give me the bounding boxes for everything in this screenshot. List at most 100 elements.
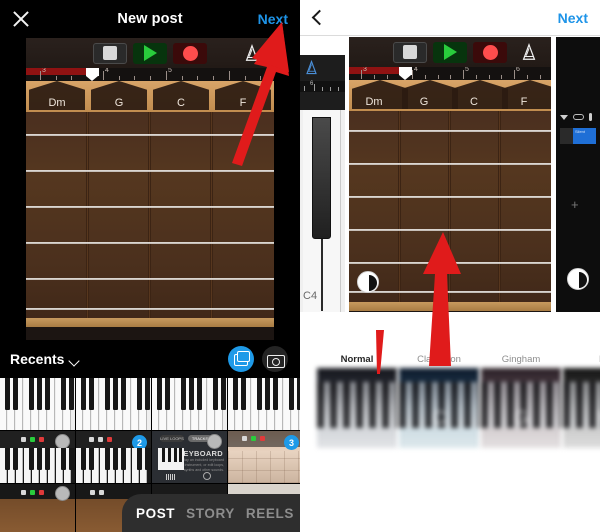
plus-icon[interactable]: +: [571, 197, 579, 212]
selection-badge[interactable]: 3: [284, 435, 299, 450]
camera-icon[interactable]: [262, 346, 288, 372]
mode-tab-story[interactable]: STORY: [186, 506, 235, 521]
piano-black-key[interactable]: [312, 117, 331, 239]
mode-tab-post[interactable]: POST: [136, 506, 175, 521]
preview-carousel[interactable]: 6 C4 3 4 5 6 Dm G C F Silent +: [300, 37, 600, 312]
grid-item[interactable]: LIVE LOOPS TRACKS KEYBOARD Play an inclu…: [152, 431, 227, 483]
grid-item[interactable]: [152, 378, 227, 430]
grid-item[interactable]: 2: [76, 431, 151, 483]
timeline-ruler[interactable]: 3 4 5 6: [349, 67, 551, 80]
chord-cell[interactable]: F: [212, 81, 274, 113]
note-pad-icon[interactable]: [567, 268, 589, 290]
chord-cell[interactable]: C: [150, 81, 212, 113]
playhead-marker[interactable]: [399, 67, 412, 80]
track-name: Silent: [575, 129, 586, 134]
chord-cell[interactable]: C: [449, 80, 499, 112]
loop-icon[interactable]: [573, 114, 584, 120]
filter-item-clarendon[interactable]: Clarendon C: [399, 352, 479, 448]
chord-label: Dm: [365, 96, 383, 108]
timeline-ruler[interactable]: 3 4 5: [26, 68, 274, 81]
chevron-down-icon[interactable]: [560, 114, 568, 120]
grid-item[interactable]: 3: [228, 431, 300, 483]
chord-cell[interactable]: G: [399, 80, 449, 112]
record-icon[interactable]: [473, 41, 507, 63]
metronome-icon[interactable]: [243, 44, 261, 62]
ruler-mark: 4: [414, 67, 418, 73]
screenshot-root: New post Next 3 4 5 Dm G C F Recents 2 L…: [0, 0, 600, 532]
stop-icon[interactable]: [393, 41, 427, 63]
filter-thumbnail[interactable]: N: [563, 368, 600, 448]
microphone-icon[interactable]: [589, 113, 592, 121]
metronome-icon: [304, 59, 319, 75]
ruler-mark: 6: [516, 67, 520, 73]
note-pad-icon[interactable]: [357, 271, 379, 293]
chord-label: G: [114, 97, 124, 109]
key-label: C4: [303, 290, 318, 302]
stop-icon[interactable]: [93, 42, 127, 64]
chord-cell[interactable]: Dm: [349, 80, 399, 112]
ruler-mark: 5: [465, 67, 469, 73]
page-title: New post: [117, 11, 183, 27]
chord-strip: Dm G C F: [26, 81, 274, 113]
keyboard-label: KEYBOARD: [177, 449, 223, 458]
recents-bar: Recents: [0, 340, 300, 378]
recents-dropdown[interactable]: Recents: [10, 340, 64, 378]
filter-thumbnail[interactable]: [317, 368, 397, 448]
filter-chord-label: C: [432, 408, 446, 429]
grid-item[interactable]: [0, 431, 75, 483]
chevron-left-icon[interactable]: [311, 9, 328, 26]
preview-card-previous[interactable]: 6 C4: [300, 55, 345, 312]
filter-label[interactable]: Gingham: [481, 352, 561, 368]
chord-label: C: [177, 97, 185, 109]
chord-label: F: [520, 96, 528, 108]
chord-label: G: [419, 96, 429, 108]
capture-mode-tabs: POST STORY REELS LIVE: [122, 494, 300, 532]
left-topbar: New post Next: [0, 0, 300, 38]
filter-item-moon[interactable]: M N: [563, 352, 600, 448]
filter-label[interactable]: Clarendon: [399, 352, 479, 368]
track-row[interactable]: Silent: [560, 128, 596, 144]
record-icon[interactable]: [173, 42, 207, 64]
chord-cell[interactable]: F: [499, 80, 549, 112]
media-preview[interactable]: 3 4 5 Dm G C F: [0, 38, 300, 340]
grid-item[interactable]: [228, 378, 300, 430]
guitar-fretboard[interactable]: [349, 111, 551, 311]
live-loops-pill: LIVE LOOPS: [160, 435, 184, 442]
filter-carousel[interactable]: Normal Clarendon C Gingham G: [300, 352, 600, 448]
filter-chord-label: N: [563, 408, 600, 430]
guitar-fretboard[interactable]: [26, 112, 274, 327]
filter-item-gingham[interactable]: Gingham G: [481, 352, 561, 448]
multi-select-icon[interactable]: [228, 346, 254, 372]
chord-label: F: [239, 97, 247, 109]
ruler-mark: 3: [42, 68, 46, 74]
preview-card-current[interactable]: 3 4 5 6 Dm G C F: [349, 37, 551, 312]
playhead-marker[interactable]: [86, 68, 99, 81]
grid-item[interactable]: [76, 378, 151, 430]
transport-bar: [26, 38, 274, 68]
mode-tab-reels[interactable]: REELS: [246, 506, 294, 521]
garageband-screenshot: 3 4 5 Dm G C F: [26, 38, 274, 340]
preview-card-next[interactable]: Silent +: [556, 37, 600, 312]
filter-chord-label: G: [513, 408, 529, 429]
chord-cell[interactable]: Dm: [26, 81, 88, 113]
metronome-icon[interactable]: [520, 43, 538, 61]
ruler-mark: 4: [105, 68, 109, 74]
filter-label[interactable]: M: [563, 352, 600, 368]
filter-item-normal[interactable]: Normal: [317, 352, 397, 448]
chevron-down-icon[interactable]: [68, 355, 80, 367]
play-icon[interactable]: [433, 41, 467, 63]
left-panel-new-post: New post Next 3 4 5 Dm G C F Recents 2 L…: [0, 0, 300, 532]
keyboard-description: Play an included keyboard instrument, or…: [181, 458, 224, 472]
filter-label[interactable]: Normal: [317, 352, 397, 368]
chord-label: C: [470, 96, 478, 108]
chord-strip: Dm G C F: [349, 80, 551, 112]
filter-thumbnail[interactable]: C: [399, 368, 479, 448]
play-icon[interactable]: [133, 42, 167, 64]
next-button-left[interactable]: Next: [258, 0, 288, 38]
grid-item[interactable]: [0, 484, 75, 532]
filter-thumbnail[interactable]: G: [481, 368, 561, 448]
chord-cell[interactable]: G: [88, 81, 150, 113]
grid-item[interactable]: [0, 378, 75, 430]
ruler-mark: 3: [363, 67, 367, 73]
next-button-right[interactable]: Next: [558, 0, 588, 36]
